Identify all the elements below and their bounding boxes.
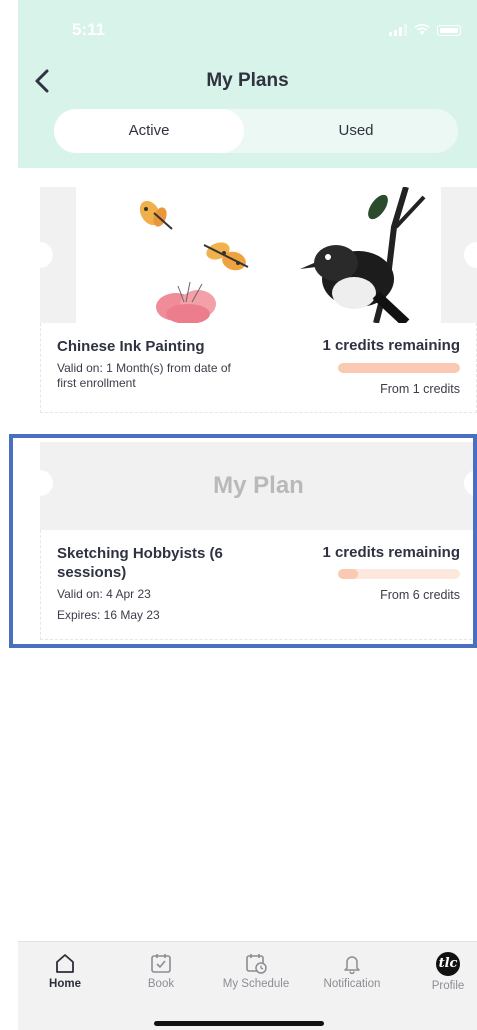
tab-label: Home bbox=[49, 978, 81, 990]
tab-label: Profile bbox=[431, 980, 465, 992]
credits-progress-fill bbox=[338, 363, 460, 373]
home-icon bbox=[56, 954, 74, 973]
ticket-notch-right bbox=[464, 242, 477, 268]
signal-icon bbox=[389, 24, 407, 36]
tab-my-schedule[interactable]: My Schedule bbox=[211, 952, 301, 990]
tab-profile[interactable]: tlc Profile bbox=[403, 952, 477, 992]
credits-progress-bar bbox=[338, 363, 460, 373]
bottom-tab-bar: Home Book My Schedule Notification tlc P… bbox=[18, 941, 477, 1030]
credits-from: From 1 credits bbox=[380, 382, 460, 396]
status-icons bbox=[389, 24, 461, 36]
plan-card-chinese-ink[interactable]: Chinese Ink Painting Valid on: 1 Month(s… bbox=[27, 187, 477, 413]
tab-label: My Schedule bbox=[222, 978, 290, 990]
selection-highlight bbox=[9, 434, 477, 648]
home-indicator bbox=[154, 1021, 324, 1026]
battery-icon bbox=[437, 24, 461, 36]
plan-validity-cont: first enrollment bbox=[57, 376, 136, 390]
tab-home[interactable]: Home bbox=[20, 952, 110, 990]
ticket-notch-left bbox=[27, 242, 53, 268]
tab-notification[interactable]: Notification bbox=[307, 952, 397, 990]
plan-card-image-area bbox=[27, 187, 477, 323]
plan-image bbox=[76, 187, 441, 323]
tab-book[interactable]: Book bbox=[116, 952, 206, 990]
credits-remaining: 1 credits remaining bbox=[322, 337, 460, 354]
tab-label: Notification bbox=[323, 978, 381, 990]
wifi-icon bbox=[414, 24, 430, 35]
plan-tabs: Active Used bbox=[54, 109, 458, 153]
plan-validity: Valid on: 1 Month(s) from date of bbox=[57, 361, 231, 375]
calendar-clock-icon bbox=[246, 954, 267, 974]
tab-label: Book bbox=[147, 978, 175, 990]
plan-card-details: Chinese Ink Painting Valid on: 1 Month(s… bbox=[40, 323, 477, 413]
page-title: My Plans bbox=[206, 70, 289, 91]
header: 5:11 My Plans Active Used bbox=[18, 0, 477, 168]
bell-icon bbox=[344, 956, 360, 974]
calendar-check-icon bbox=[151, 954, 171, 973]
tab-active[interactable]: Active bbox=[54, 109, 244, 153]
tab-used[interactable]: Used bbox=[254, 109, 458, 153]
ink-painting-image bbox=[139, 187, 426, 323]
status-time: 5:11 bbox=[72, 20, 106, 39]
avatar: tlc bbox=[436, 952, 460, 976]
plan-name: Chinese Ink Painting bbox=[57, 338, 205, 355]
